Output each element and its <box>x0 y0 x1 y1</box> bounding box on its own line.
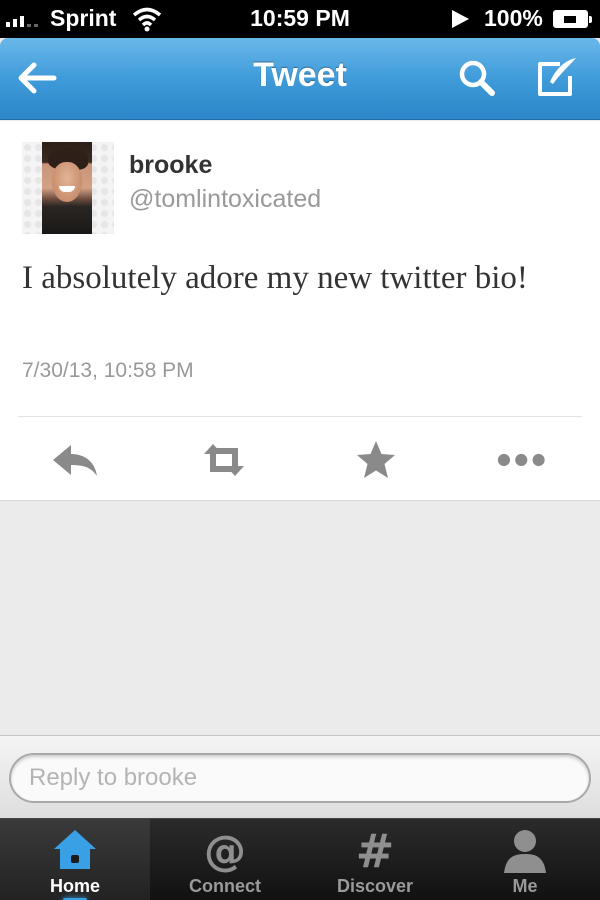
user-display-name[interactable]: brooke <box>129 151 212 180</box>
compose-icon[interactable] <box>530 52 582 104</box>
reply-input[interactable] <box>9 753 591 803</box>
tab-label: Me <box>512 876 538 896</box>
reply-bar <box>0 735 600 818</box>
battery-percentage: 100% <box>484 5 543 31</box>
at-icon: @ <box>204 827 246 873</box>
tab-label: Discover <box>336 876 414 896</box>
battery-icon <box>553 10 592 28</box>
svg-text:@: @ <box>204 827 246 873</box>
search-icon[interactable] <box>452 52 504 104</box>
reply-icon[interactable] <box>49 436 101 484</box>
favorite-star-icon[interactable] <box>350 436 402 484</box>
hashtag-icon: # <box>356 827 395 873</box>
tab-bar: Home @ Connect # Discover Me <box>0 818 600 900</box>
tab-label: Connect <box>189 876 261 896</box>
tab-connect[interactable]: @ Connect <box>150 819 300 900</box>
person-icon <box>504 830 546 873</box>
status-bar: Sprint 10:59 PM 100% <box>0 0 600 38</box>
tweet-detail-card: brooke @tomlintoxicated I absolutely ado… <box>0 121 600 501</box>
tab-discover[interactable]: # Discover <box>300 819 450 900</box>
navigation-bar: Tweet <box>0 38 600 120</box>
retweet-icon[interactable] <box>198 436 250 484</box>
user-handle[interactable]: @tomlintoxicated <box>129 185 321 214</box>
play-icon <box>452 10 469 28</box>
more-options-icon[interactable] <box>497 436 549 484</box>
tweet-text: I absolutely adore my new twitter bio! <box>22 260 528 296</box>
tab-label: Home <box>49 876 100 896</box>
divider <box>18 416 582 417</box>
avatar[interactable] <box>22 142 114 234</box>
home-icon <box>54 830 96 869</box>
svg-text:#: # <box>356 827 395 873</box>
page-title: Tweet <box>253 56 347 94</box>
tweet-timestamp: 7/30/13, 10:58 PM <box>22 359 194 382</box>
tab-me[interactable]: Me <box>450 819 600 900</box>
tab-home[interactable]: Home <box>0 819 150 900</box>
